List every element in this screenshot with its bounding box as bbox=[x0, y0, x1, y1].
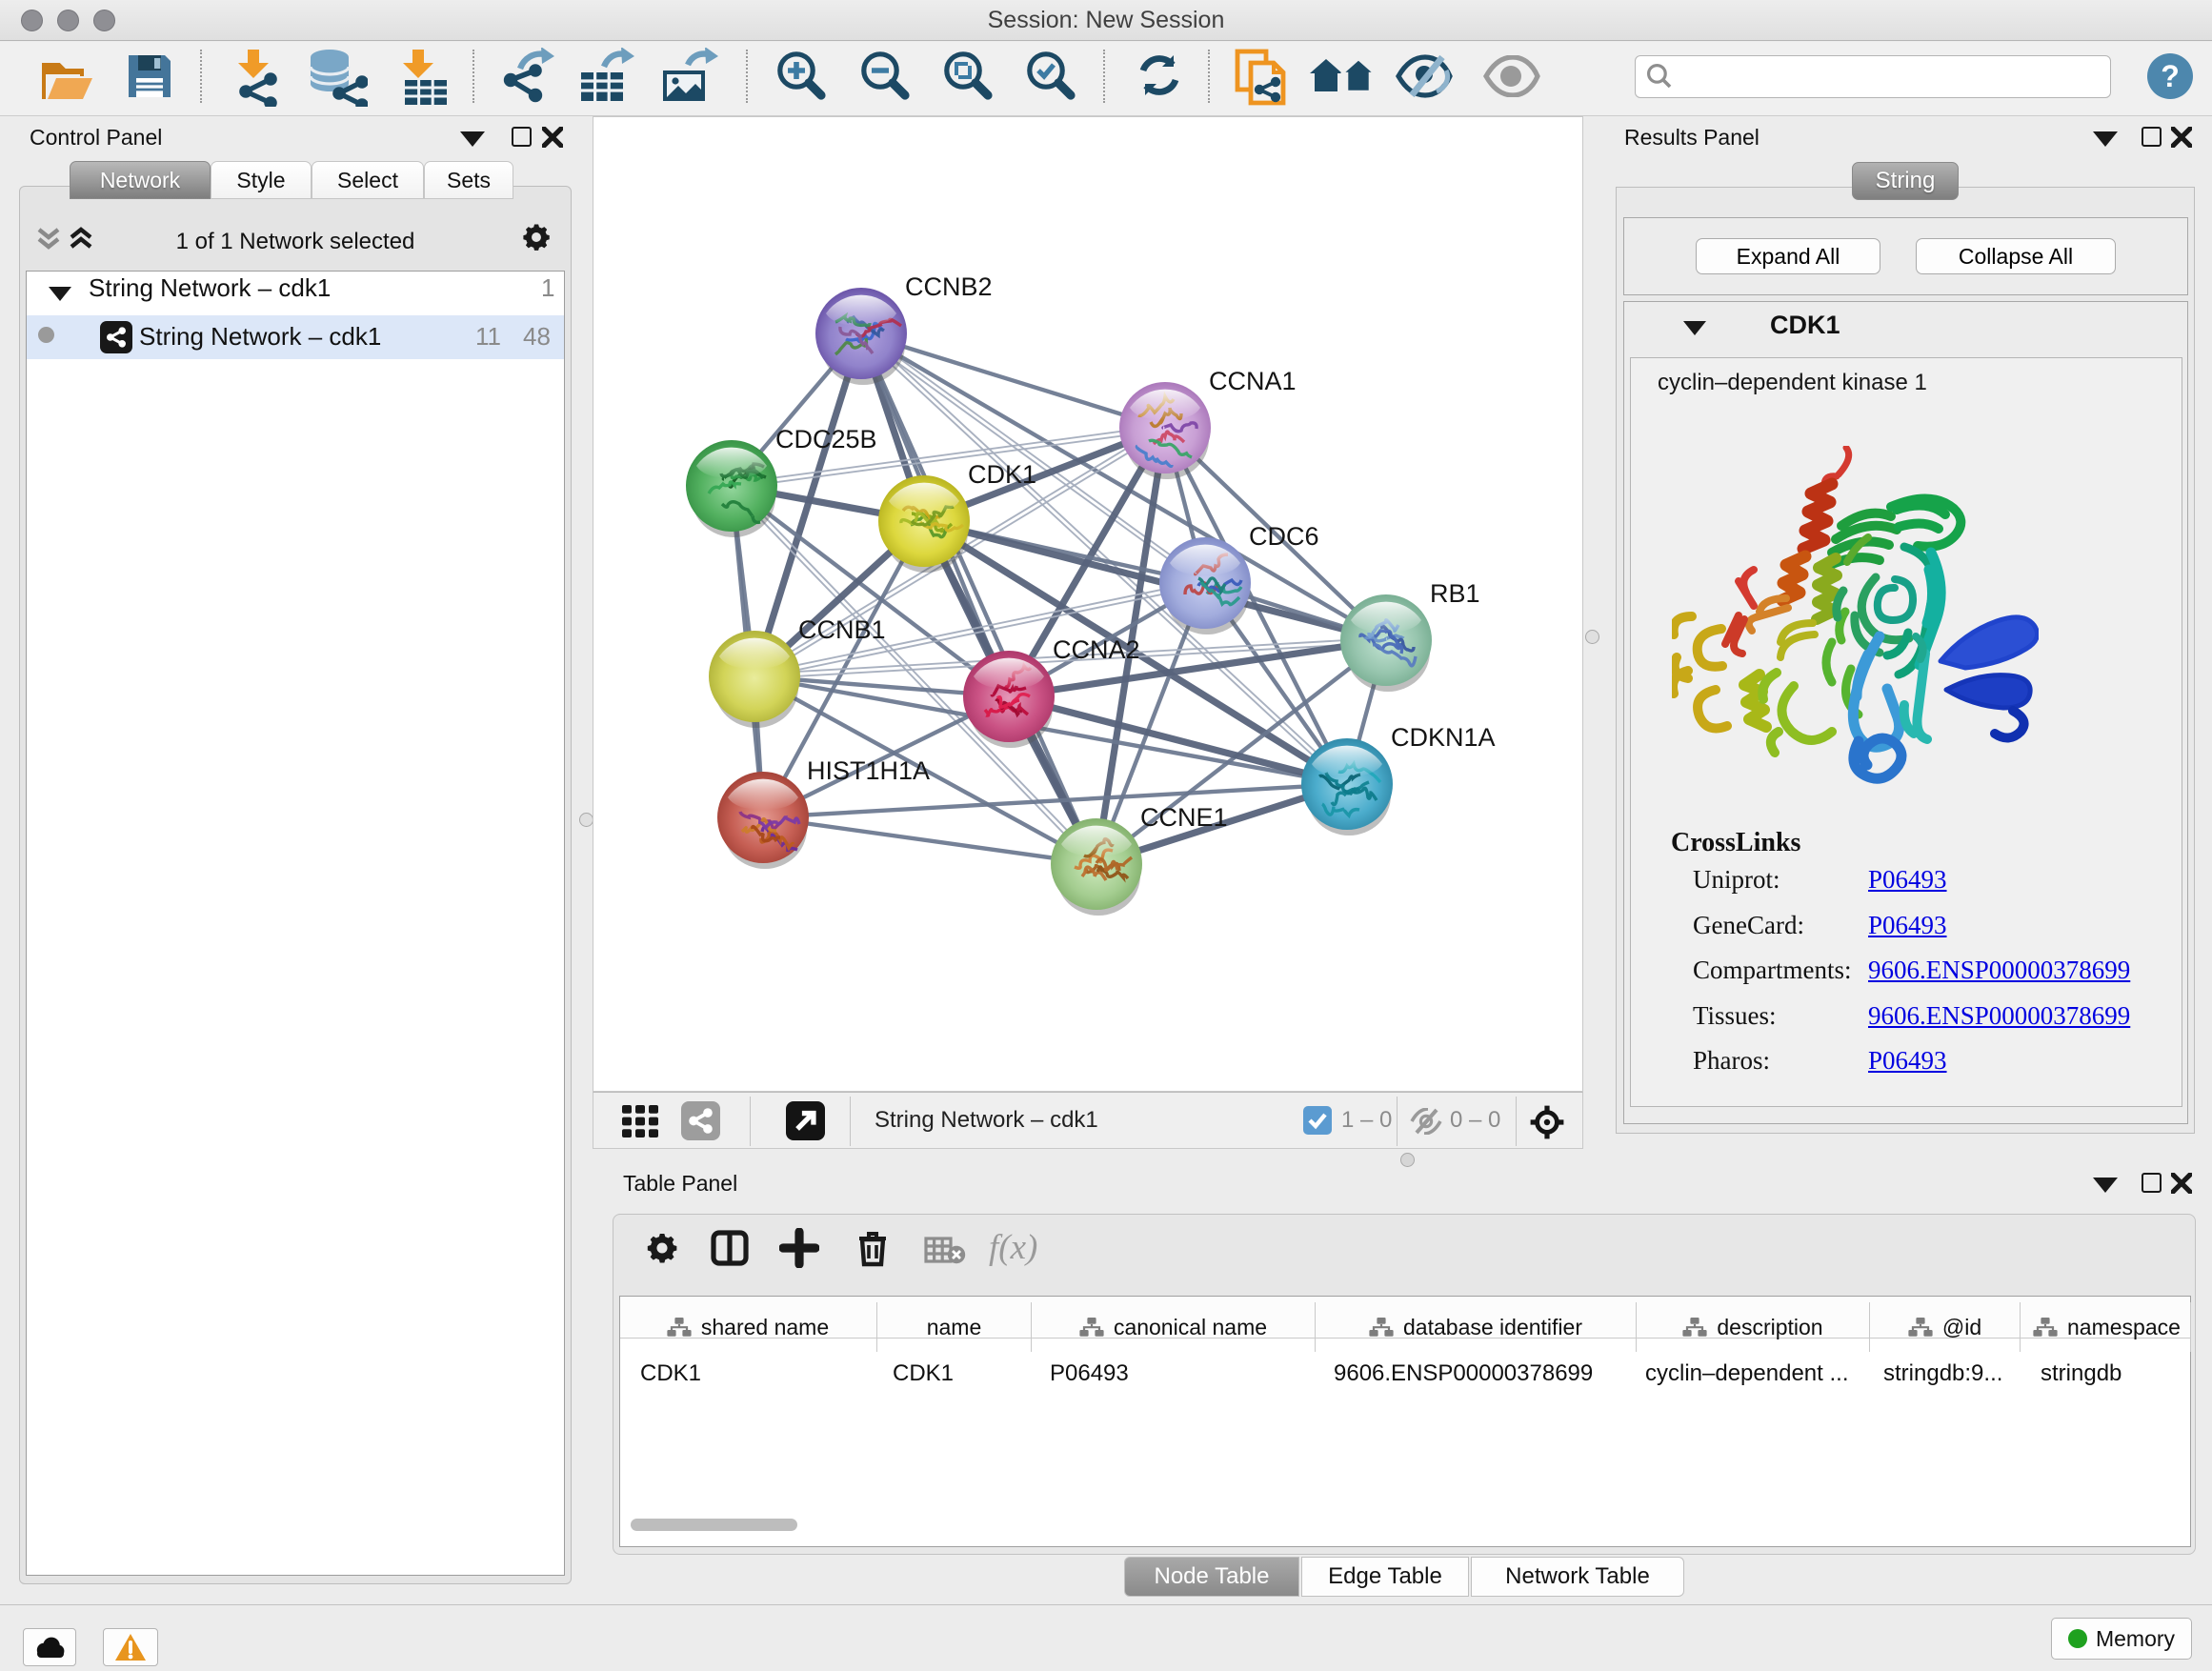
svg-text:RB1: RB1 bbox=[1430, 579, 1480, 608]
svg-text:CCNA1: CCNA1 bbox=[1209, 367, 1297, 395]
svg-text:CCNE1: CCNE1 bbox=[1140, 803, 1228, 832]
svg-text:CDC25B: CDC25B bbox=[775, 425, 877, 453]
svg-text:CDKN1A: CDKN1A bbox=[1391, 723, 1496, 752]
svg-text:CCNB1: CCNB1 bbox=[798, 615, 886, 644]
svg-text:CDK1: CDK1 bbox=[968, 460, 1036, 489]
svg-text:CCNA2: CCNA2 bbox=[1053, 635, 1140, 664]
svg-text:HIST1H1A: HIST1H1A bbox=[807, 756, 930, 785]
svg-text:CCNB2: CCNB2 bbox=[905, 272, 993, 301]
svg-text:CDC6: CDC6 bbox=[1249, 522, 1319, 551]
